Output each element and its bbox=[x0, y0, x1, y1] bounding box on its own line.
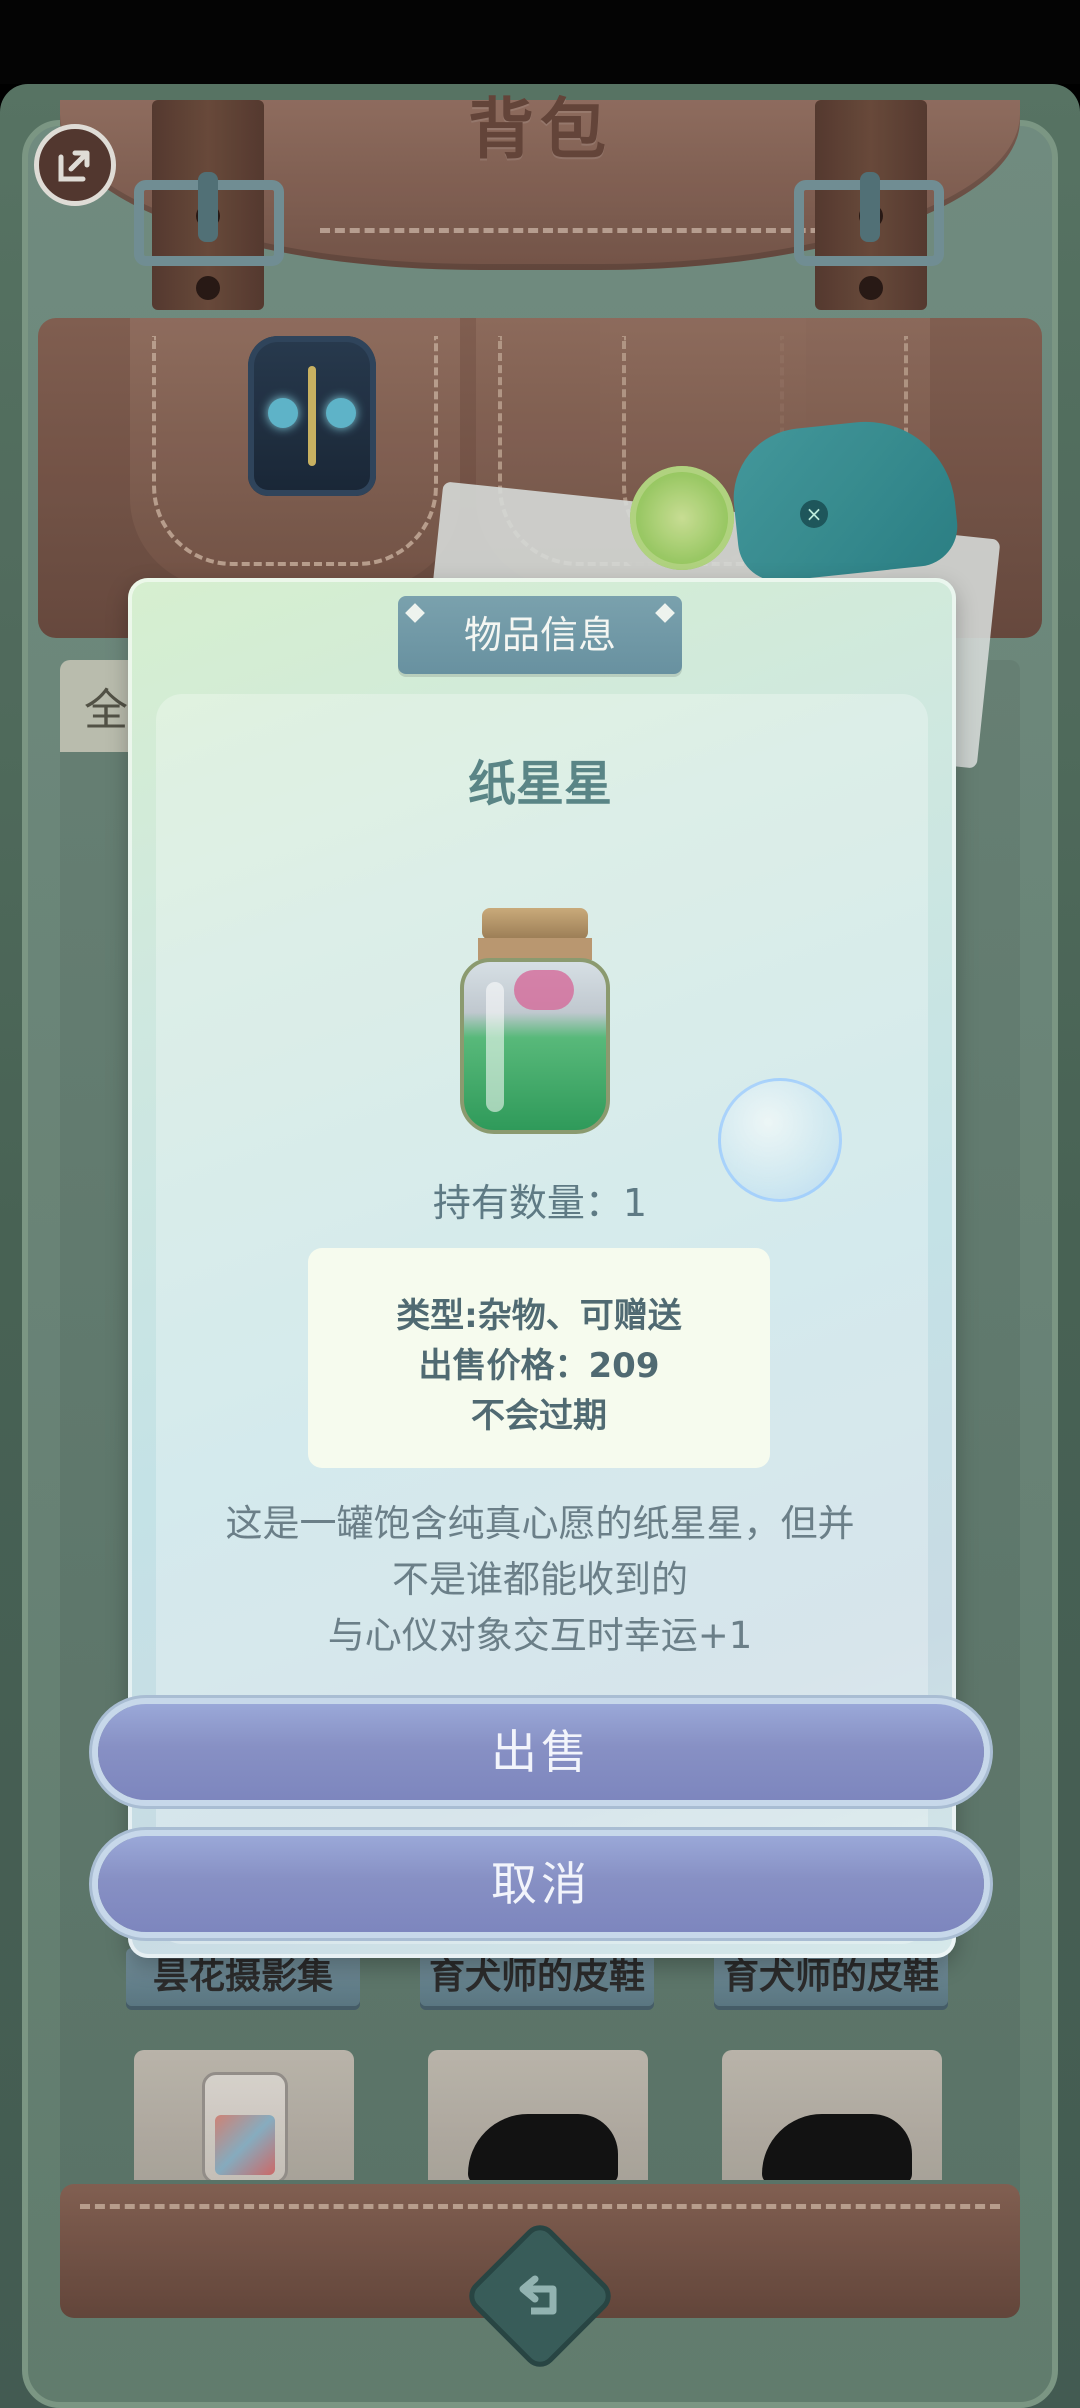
cancel-button[interactable]: 取消 bbox=[98, 1836, 984, 1932]
item-name: 纸星星 bbox=[467, 756, 612, 812]
item-quantity: 持有数量：1 bbox=[432, 1181, 648, 1225]
item-price: 出售价格：209 bbox=[418, 1346, 660, 1386]
paper-star-jar-icon bbox=[460, 908, 610, 1134]
item-type: 类型:杂物、可赠送 bbox=[396, 1296, 682, 1336]
item-expiry: 不会过期 bbox=[471, 1396, 607, 1436]
item-description-line: 这是一罐饱含纯真心愿的纸星星，但并 bbox=[225, 1502, 855, 1545]
item-description-line: 不是谁都能收到的 bbox=[392, 1558, 688, 1601]
item-description-line: 与心仪对象交互时幸运+1 bbox=[327, 1614, 753, 1657]
sell-button[interactable]: 出售 bbox=[98, 1704, 984, 1800]
modal-header: 物品信息 bbox=[398, 596, 682, 674]
